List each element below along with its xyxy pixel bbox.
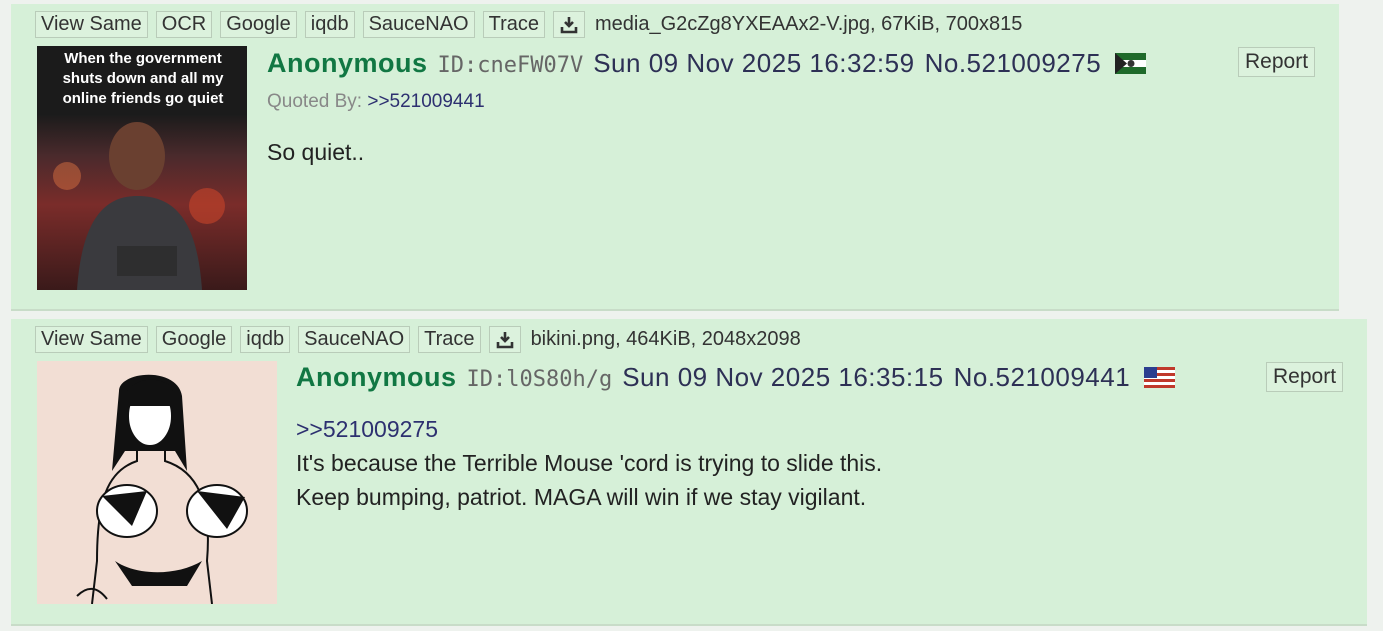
post-text-line: It's because the Terrible Mouse 'cord is…	[296, 450, 883, 476]
file-toolbar: View Same OCR Google iqdb SauceNAO Trace…	[35, 11, 1022, 38]
post-text-line: Keep bumping, patriot. MAGA will win if …	[296, 484, 867, 510]
ocr-button[interactable]: OCR	[155, 11, 213, 38]
trace-button[interactable]: Trace	[482, 11, 546, 38]
report-button[interactable]: Report	[1238, 47, 1316, 77]
post-thumbnail[interactable]	[37, 361, 277, 604]
post-datetime: Sun 09 Nov 2025 16:32:59	[593, 48, 915, 78]
trace-button[interactable]: Trace	[418, 326, 481, 353]
saucenao-button[interactable]: SauceNAO	[298, 326, 411, 353]
post-header: Anonymous ID:l0S80h/g Sun 09 Nov 2025 16…	[296, 362, 1176, 393]
quote-link[interactable]: >>521009275	[296, 416, 438, 442]
google-button[interactable]: Google	[220, 11, 297, 38]
post-header: Anonymous ID:cneFW07V Sun 09 Nov 2025 16…	[267, 48, 1147, 79]
poster-name: Anonymous	[267, 48, 428, 78]
saucenao-button[interactable]: SauceNAO	[362, 11, 475, 38]
quoted-by-label: Quoted By:	[267, 91, 363, 112]
quoted-by: Quoted By: >>521009441	[267, 91, 485, 113]
iqdb-button[interactable]: iqdb	[240, 326, 291, 353]
reply-post: View Same Google iqdb SauceNAO Trace bik…	[11, 319, 1367, 626]
download-button[interactable]	[553, 11, 586, 38]
quoted-by-link[interactable]: >>521009441	[367, 91, 484, 112]
poster-id[interactable]: ID:l0S80h/g	[467, 367, 613, 392]
file-toolbar: View Same Google iqdb SauceNAO Trace bik…	[35, 326, 801, 353]
post-body: >>521009275 It's because the Terrible Mo…	[296, 412, 882, 514]
post-number[interactable]: No.521009275	[925, 48, 1102, 79]
report-button[interactable]: Report	[1266, 362, 1344, 392]
flag-icon	[1115, 53, 1147, 74]
drawing-image	[76, 374, 248, 604]
post-thumbnail[interactable]: When the government shuts down and all m…	[37, 46, 247, 290]
post-body: So quiet..	[267, 135, 364, 169]
file-info[interactable]: media_G2cZg8YXEAAx2-V.jpg, 67KiB, 700x81…	[595, 13, 1022, 36]
post-text-line: So quiet..	[267, 139, 365, 165]
poster-id[interactable]: ID:cneFW07V	[438, 53, 584, 78]
poster-name: Anonymous	[296, 362, 457, 392]
view-same-button[interactable]: View Same	[35, 326, 148, 353]
download-button[interactable]	[488, 326, 521, 353]
post-number[interactable]: No.521009441	[954, 362, 1131, 393]
reply-post: View Same OCR Google iqdb SauceNAO Trace…	[11, 4, 1339, 311]
us-flag-icon	[1144, 367, 1176, 388]
post-datetime: Sun 09 Nov 2025 16:35:15	[622, 362, 944, 392]
download-icon	[496, 331, 513, 348]
download-icon	[560, 16, 578, 33]
file-info[interactable]: bikini.png, 464KiB, 2048x2098	[531, 328, 801, 351]
meme-figure-image	[53, 122, 225, 290]
iqdb-button[interactable]: iqdb	[304, 11, 355, 38]
view-same-button[interactable]: View Same	[35, 11, 148, 38]
google-button[interactable]: Google	[155, 326, 233, 353]
